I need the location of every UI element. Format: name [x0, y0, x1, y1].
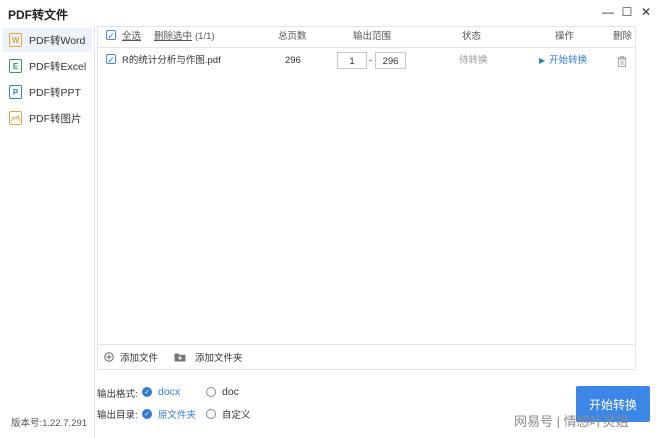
select-all-link[interactable]: 全选 — [122, 27, 141, 47]
play-icon: ▶ — [539, 56, 546, 65]
window-title: PDF转文件 — [8, 8, 69, 22]
table-footer: 添加文件 添加文件夹 — [98, 344, 635, 369]
sidebar-item-label: PDF转图片 — [29, 112, 82, 125]
select-all-checkbox[interactable]: ✓ — [106, 27, 116, 47]
add-file-button[interactable]: 添加文件 — [104, 345, 158, 369]
output-format-label: 输出格式: — [97, 389, 138, 400]
delete-selected-link[interactable]: 删除选中 — [154, 27, 192, 47]
ppt-icon: P — [9, 85, 22, 99]
radio-checked-icon: ✓ — [142, 409, 152, 419]
watermark-text: 网易号 | 情感叶灵姐 — [514, 414, 629, 429]
table-header: ✓ 全选 删除选中 (1/1) 总页数 输出范围 状态 操作 删除 — [98, 27, 635, 48]
sidebar-item-pdf-to-word[interactable]: W PDF转Word — [2, 28, 92, 52]
row-checkbox[interactable]: ✓ — [106, 48, 116, 74]
title-bar: PDF转文件 — ☐ ✕ — [0, 0, 660, 26]
dir-custom-label: 自定义 — [222, 410, 251, 421]
sidebar-item-label: PDF转Word — [29, 34, 86, 47]
range-separator: - — [369, 55, 373, 66]
file-count: (1/1) — [195, 31, 215, 42]
dir-source-radio[interactable]: ✓ 原文件夹 — [142, 407, 196, 421]
col-header-pages: 总页数 — [278, 31, 307, 42]
add-folder-icon — [174, 353, 186, 362]
image-icon — [9, 111, 22, 125]
table-row: ✓ R的统计分析与作图.pdf 296 1 - 296 待转换 ▶ 开始转换 — [98, 48, 635, 74]
version-label: 版本号:1.22.7.291 — [11, 418, 88, 429]
start-row-label: 开始转换 — [549, 55, 588, 66]
format-doc-radio[interactable]: doc — [206, 386, 239, 398]
add-file-label: 添加文件 — [120, 353, 159, 364]
sidebar: W PDF转Word E PDF转Excel P PDF转PPT PDF转图片 — [0, 26, 95, 438]
range-to-input[interactable]: 296 — [375, 52, 406, 69]
add-folder-button[interactable]: 添加文件夹 — [174, 345, 243, 369]
status-text: 待转换 — [459, 55, 488, 66]
sidebar-item-pdf-to-ppt[interactable]: P PDF转PPT — [2, 80, 92, 104]
col-header-status: 状态 — [462, 31, 482, 42]
output-dir-label: 输出目录: — [97, 410, 138, 421]
page-count: 296 — [285, 55, 301, 66]
radio-checked-icon: ✓ — [142, 387, 152, 397]
excel-icon: E — [9, 59, 22, 73]
col-header-action: 操作 — [555, 31, 575, 42]
close-icon[interactable]: ✕ — [638, 4, 654, 20]
sidebar-item-label: PDF转PPT — [29, 86, 81, 99]
range-from-input[interactable]: 1 — [337, 52, 367, 69]
radio-unchecked-icon — [206, 409, 216, 419]
sidebar-item-label: PDF转Excel — [29, 60, 87, 73]
radio-unchecked-icon — [206, 387, 216, 397]
file-table: ✓ 全选 删除选中 (1/1) 总页数 输出范围 状态 操作 删除 ✓ R的统计… — [97, 26, 636, 370]
format-docx-radio[interactable]: ✓ docx — [142, 386, 180, 398]
sidebar-item-pdf-to-excel[interactable]: E PDF转Excel — [2, 54, 92, 78]
trash-icon[interactable] — [617, 48, 627, 74]
start-row-button[interactable]: ▶ 开始转换 — [539, 48, 587, 74]
maximize-icon[interactable]: ☐ — [619, 4, 635, 20]
file-name: R的统计分析与作图.pdf — [122, 55, 221, 66]
format-docx-label: docx — [158, 386, 181, 398]
add-folder-label: 添加文件夹 — [195, 353, 243, 364]
format-doc-label: doc — [222, 386, 239, 398]
col-header-range: 输出范围 — [353, 31, 392, 42]
add-file-icon — [104, 352, 114, 362]
minimize-icon[interactable]: — — [600, 4, 616, 20]
dir-custom-radio[interactable]: 自定义 — [206, 407, 251, 421]
dir-source-label: 原文件夹 — [158, 410, 197, 421]
col-header-delete: 删除 — [613, 31, 633, 42]
sidebar-item-pdf-to-image[interactable]: PDF转图片 — [2, 106, 92, 130]
word-icon: W — [9, 33, 22, 47]
